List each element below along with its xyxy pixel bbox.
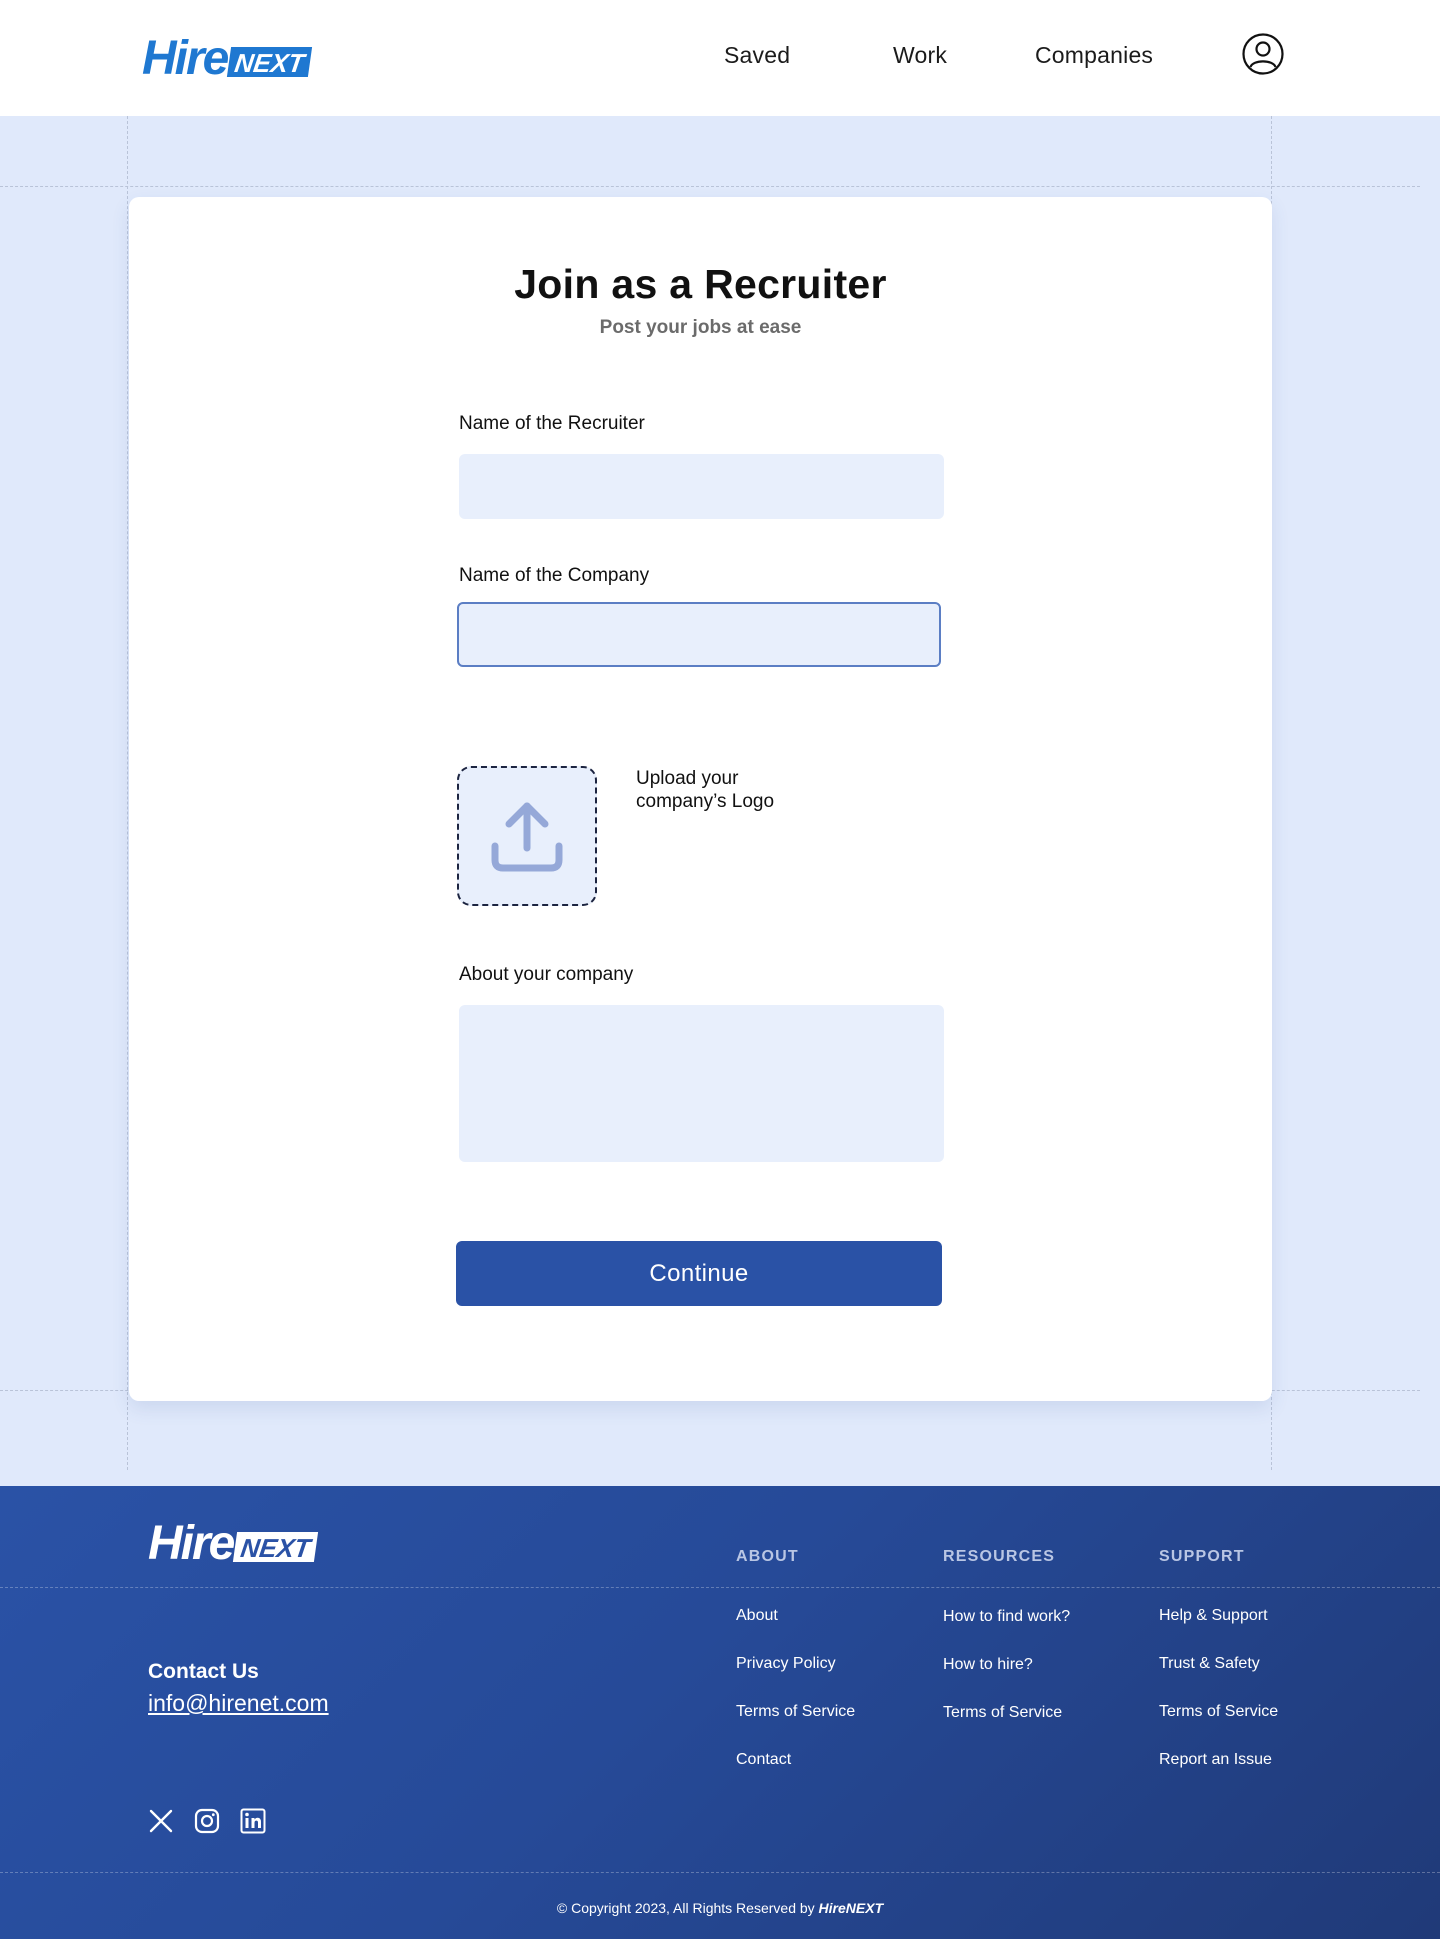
hirenext-logo[interactable]: Hire NEXT bbox=[142, 32, 313, 85]
footer-link-how-to-hire[interactable]: How to hire? bbox=[943, 1656, 1033, 1674]
footer-link-trust-safety[interactable]: Trust & Safety bbox=[1159, 1655, 1260, 1673]
contact-email-link[interactable]: info@hirenet.com bbox=[148, 1690, 329, 1717]
copyright-notice: © Copyright 2023, All Rights Reserved by… bbox=[0, 1900, 1440, 1916]
recruiter-name-input[interactable] bbox=[459, 454, 944, 519]
guide-line bbox=[0, 186, 1420, 187]
upload-logo-label-line2: company’s Logo bbox=[636, 791, 775, 812]
nav-companies[interactable]: Companies bbox=[1035, 42, 1153, 69]
logo-upload-dropzone[interactable] bbox=[457, 766, 597, 906]
x-icon[interactable] bbox=[148, 1808, 174, 1834]
company-name-input[interactable] bbox=[457, 602, 941, 667]
footer-link-terms-of-service[interactable]: Terms of Service bbox=[736, 1703, 855, 1721]
contact-us-heading: Contact Us bbox=[148, 1660, 259, 1683]
page-subtitle: Post your jobs at ease bbox=[599, 317, 802, 338]
footer-link-privacy-policy[interactable]: Privacy Policy bbox=[736, 1655, 836, 1673]
user-circle-icon[interactable] bbox=[1242, 33, 1284, 75]
footer-resources-heading: RESOURCES bbox=[943, 1548, 1056, 1565]
footer-link-help-support[interactable]: Help & Support bbox=[1159, 1607, 1268, 1625]
recruiter-name-label: Name of the Recruiter bbox=[459, 413, 645, 434]
footer-link-terms-of-service[interactable]: Terms of Service bbox=[943, 1704, 1062, 1722]
nav-saved[interactable]: Saved bbox=[724, 42, 790, 69]
guide-line bbox=[0, 1872, 1440, 1873]
company-name-label: Name of the Company bbox=[459, 565, 650, 586]
footer-link-contact[interactable]: Contact bbox=[736, 1751, 791, 1769]
footer-link-report-issue[interactable]: Report an Issue bbox=[1159, 1751, 1272, 1769]
logo-next-text: NEXT bbox=[227, 47, 313, 78]
about-company-label: About your company bbox=[459, 964, 634, 985]
copyright-brand: HireNEXT bbox=[818, 1900, 884, 1916]
continue-button[interactable]: Continue bbox=[456, 1241, 942, 1306]
top-header: Hire NEXT Saved Work Companies bbox=[0, 0, 1440, 116]
upload-icon bbox=[491, 802, 563, 872]
footer-link-terms-of-service[interactable]: Terms of Service bbox=[1159, 1703, 1278, 1721]
site-footer: Hire NEXT Contact Us info@hirenet.com AB… bbox=[0, 1486, 1440, 1939]
upload-logo-label: Upload your company’s Logo bbox=[636, 767, 836, 813]
instagram-icon[interactable] bbox=[194, 1808, 220, 1834]
logo-hire-text: Hire bbox=[142, 32, 229, 85]
recruiter-signup-card: Join as a Recruiter Post your jobs at ea… bbox=[129, 197, 1272, 1401]
footer-link-about[interactable]: About bbox=[736, 1607, 778, 1625]
footer-logo[interactable]: Hire NEXT bbox=[148, 1517, 319, 1570]
copyright-text: © Copyright 2023, All Rights Reserved by bbox=[556, 1900, 815, 1916]
logo-next-text: NEXT bbox=[233, 1532, 319, 1563]
nav-work[interactable]: Work bbox=[893, 42, 947, 69]
linkedin-icon[interactable] bbox=[240, 1808, 266, 1834]
guide-line bbox=[127, 116, 128, 1470]
about-company-textarea[interactable] bbox=[459, 1005, 944, 1162]
footer-link-how-to-find-work[interactable]: How to find work? bbox=[943, 1608, 1070, 1626]
upload-logo-label-line1: Upload your bbox=[636, 768, 739, 789]
logo-hire-text: Hire bbox=[148, 1517, 235, 1570]
guide-line bbox=[0, 1587, 1440, 1588]
footer-about-heading: ABOUT bbox=[736, 1548, 799, 1565]
page-title: Join as a Recruiter bbox=[514, 261, 887, 307]
footer-support-heading: SUPPORT bbox=[1159, 1548, 1245, 1565]
